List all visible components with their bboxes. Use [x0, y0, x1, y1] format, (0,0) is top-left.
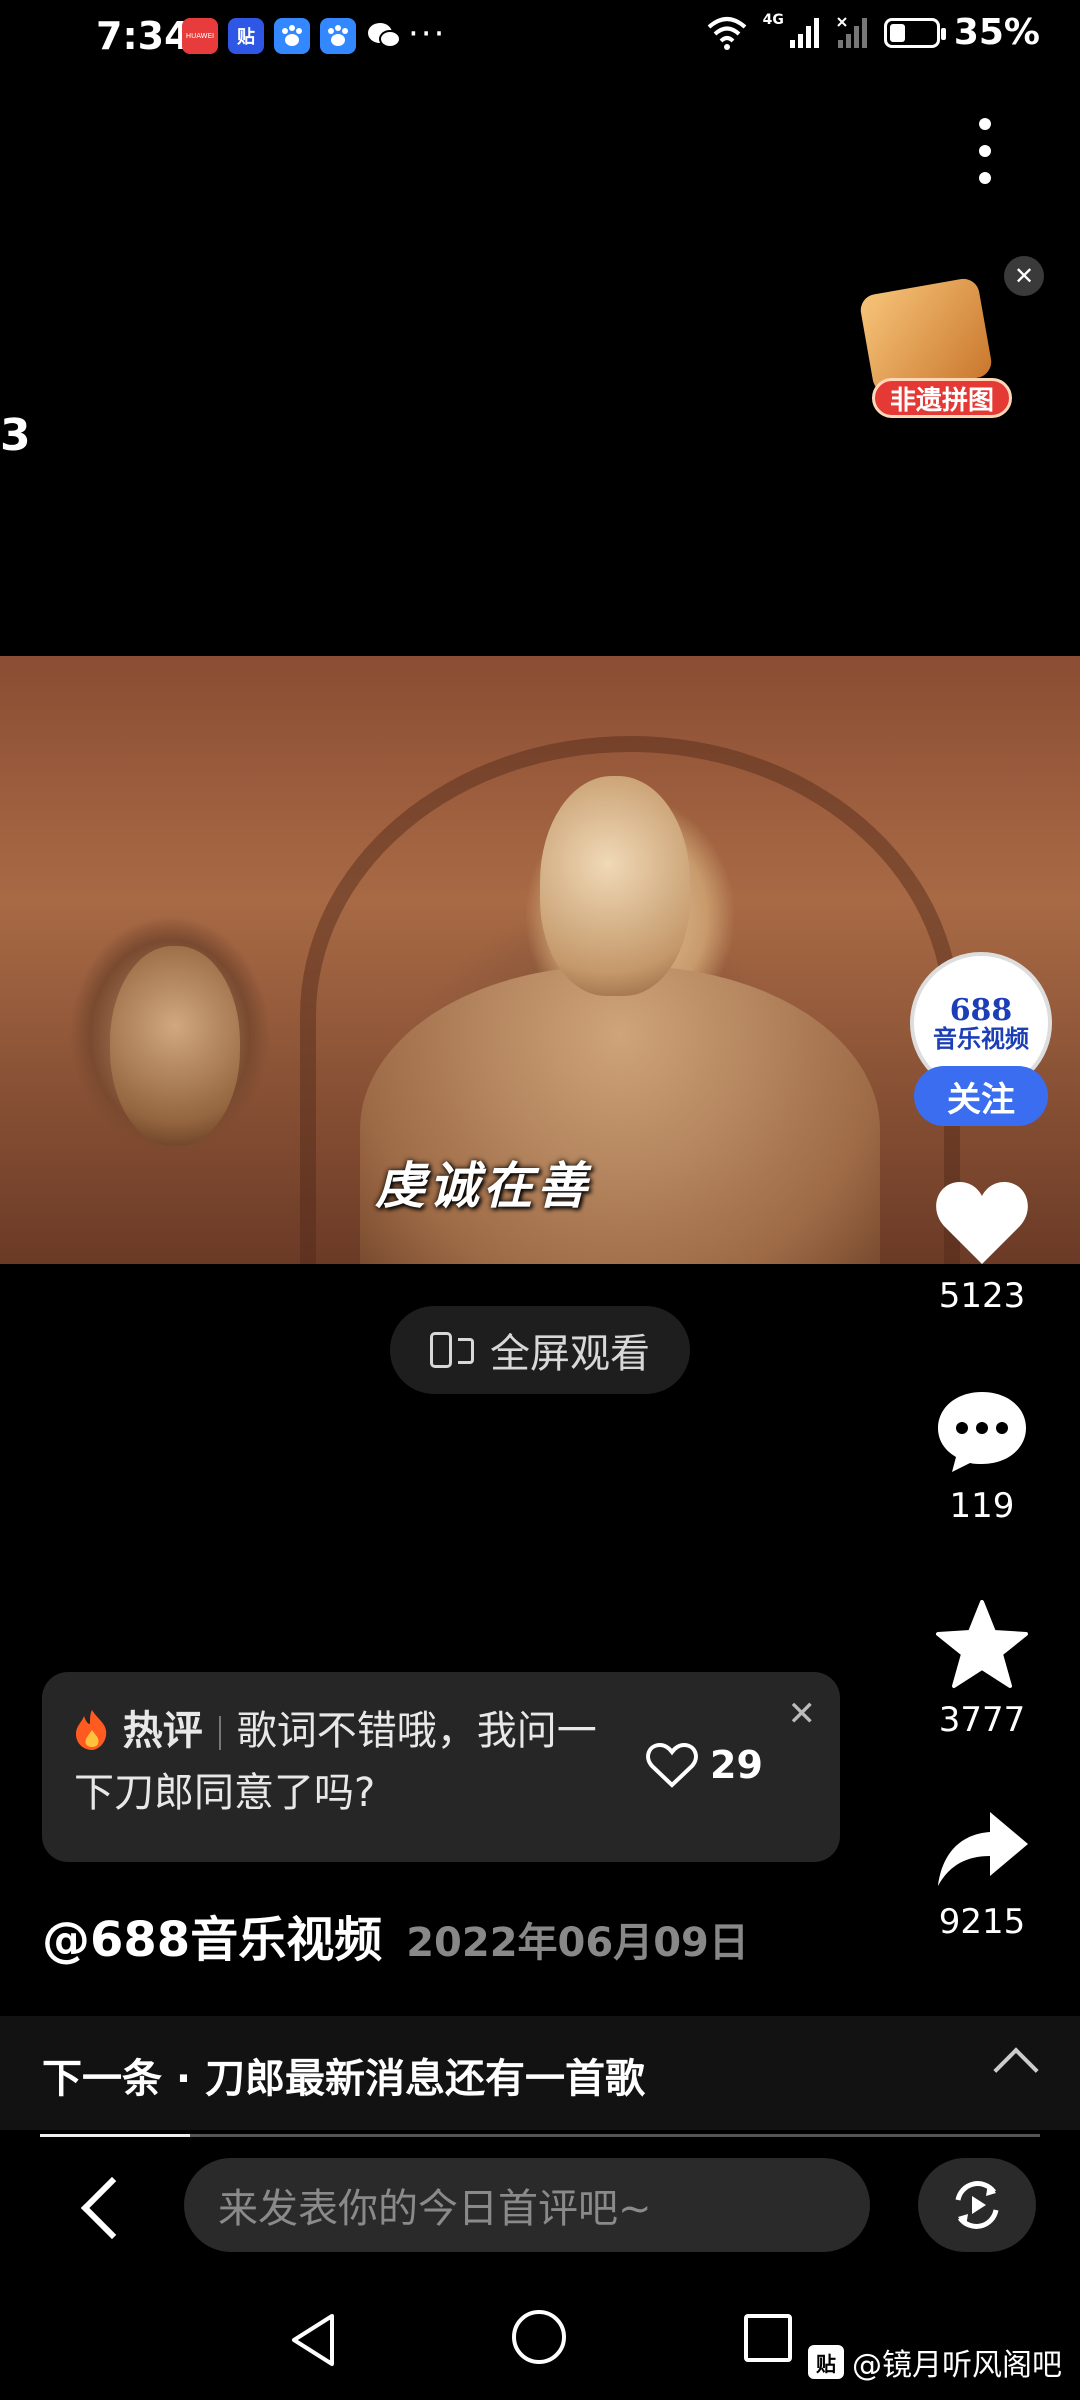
hot-comment-like[interactable]: 29: [646, 1742, 763, 1788]
comment-button[interactable]: 119: [900, 1388, 1064, 1526]
follow-button[interactable]: 关注: [914, 1066, 1048, 1126]
nav-back-button[interactable]: [288, 2312, 338, 2372]
author-handle[interactable]: @688音乐视频: [42, 1900, 382, 1970]
comment-input[interactable]: 来发表你的今日首评吧~: [184, 2158, 870, 2252]
battery-icon: [883, 17, 946, 48]
heart-outline-icon: [646, 1742, 698, 1788]
avatar-line1: 688: [949, 992, 1013, 1028]
fullscreen-button[interactable]: 全屏观看: [390, 1306, 690, 1394]
fire-icon: [76, 1710, 107, 1750]
share-count: 9215: [938, 1902, 1026, 1942]
share-arrow-icon: [938, 1812, 1028, 1886]
like-button[interactable]: 5123: [900, 1180, 1064, 1316]
wechat-icon: [366, 18, 402, 54]
wifi-icon: [707, 16, 746, 50]
video-side-statue: [110, 946, 240, 1146]
puzzle-promo[interactable]: 非遗拼图: [858, 270, 1020, 430]
post-date: 2022年06月09日: [406, 1920, 749, 1966]
battery-fill: [889, 23, 906, 42]
video-statue-body: [360, 966, 880, 1264]
triangle-back-icon: [292, 2314, 334, 2366]
comment-bubble-icon: [938, 1392, 1026, 1472]
hot-comment-like-count: 29: [710, 1743, 763, 1787]
back-button[interactable]: [70, 2174, 144, 2244]
baidu-icon: [274, 18, 310, 54]
video-player[interactable]: 虔诚在善: [0, 656, 1080, 1264]
hot-comment-divider: [218, 1716, 221, 1750]
comment-count: 119: [949, 1486, 1015, 1526]
next-video-bar[interactable]: 下一条 · 刀郎最新消息还有一首歌: [0, 2016, 1080, 2130]
author-line: @688音乐视频 2022年06月09日: [42, 1900, 749, 1970]
hot-comment-body: 热评 歌词不错哦，我问一下刀郎同意了吗?: [74, 1700, 634, 1824]
share-button[interactable]: 9215: [900, 1808, 1064, 1942]
rotate-screen-button[interactable]: [918, 2158, 1036, 2252]
hot-comment-tag: 热评: [122, 1708, 203, 1754]
huawei-label: HUAWEI: [185, 32, 215, 40]
tieba-icon: 贴: [808, 2345, 844, 2379]
video-caption: 虔诚在善: [375, 1156, 591, 1215]
back-arrow-icon: [80, 2176, 144, 2240]
rotate-icon: [955, 2181, 999, 2229]
video-progress-bar[interactable]: [40, 2134, 1040, 2137]
avatar-line2: 音乐视频: [933, 1024, 1029, 1054]
network-type: 4G: [762, 12, 784, 28]
edge-number: 3: [0, 410, 31, 461]
star-icon: [936, 1600, 1028, 1688]
huawei-icon: HUAWEI: [182, 18, 218, 54]
nav-home-button[interactable]: [512, 2310, 566, 2364]
chevron-up-icon[interactable]: [993, 2047, 1039, 2093]
watermark-text: @镜月听风阁吧: [852, 2348, 1062, 2383]
nav-recent-apps-button[interactable]: [744, 2314, 792, 2362]
heart-icon: [936, 1182, 1028, 1264]
hot-comment-card[interactable]: 热评 歌词不错哦，我问一下刀郎同意了吗? 29 ✕: [42, 1672, 840, 1862]
promo-label: 非遗拼图: [872, 378, 1012, 418]
status-right-group: 4G 35%: [705, 12, 1040, 53]
favorite-button[interactable]: 3777: [900, 1600, 1064, 1740]
like-count: 5123: [938, 1276, 1026, 1316]
fullscreen-icon: [430, 1330, 474, 1370]
more-options-button[interactable]: [968, 118, 1002, 184]
signal-icon: [789, 17, 819, 48]
fullscreen-label: 全屏观看: [490, 1331, 650, 1377]
next-video-label: 下一条 · 刀郎最新消息还有一首歌: [42, 2056, 646, 2102]
watermark: 贴 @镜月听风阁吧: [808, 2340, 1062, 2384]
baidu-icon: [320, 18, 356, 54]
hot-comment-close-button[interactable]: ✕: [788, 1694, 817, 1734]
battery-percent: 35%: [953, 12, 1040, 53]
video-statue-head: [540, 776, 690, 996]
status-more-indicator: ···: [408, 14, 447, 54]
favorite-count: 3777: [938, 1700, 1026, 1740]
status-app-icons: HUAWEI 贴: [182, 18, 402, 54]
video-progress-fill: [40, 2134, 190, 2137]
tieba-icon: 贴: [228, 18, 264, 54]
status-time: 7:34: [96, 14, 191, 58]
promo-close-button[interactable]: ✕: [1004, 256, 1044, 296]
signal-off-icon: [837, 16, 867, 48]
